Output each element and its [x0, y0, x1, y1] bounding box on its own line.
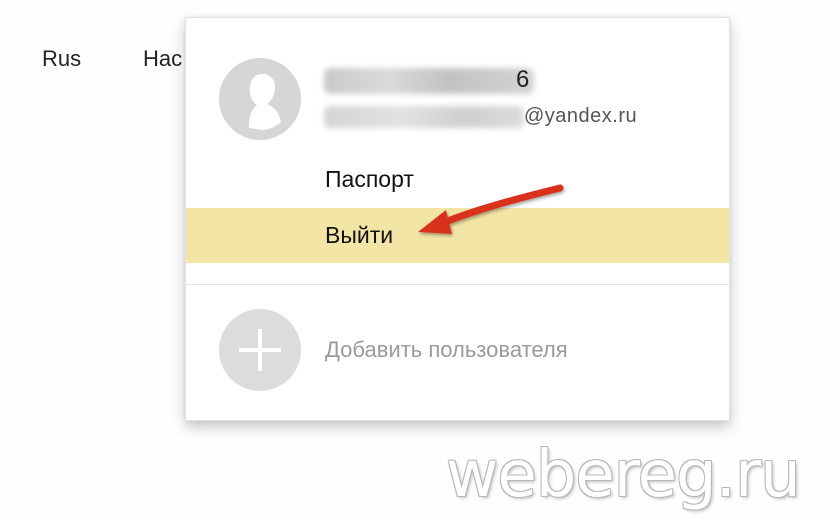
email-domain: @yandex.ru — [524, 105, 638, 127]
watermark: webereg.ru — [446, 438, 801, 512]
add-user-button[interactable]: Добавить пользователя — [186, 303, 729, 398]
email-blurred — [324, 106, 524, 128]
add-user-label: Добавить пользователя — [325, 337, 568, 362]
username-blurred — [324, 68, 534, 94]
language-switch-link[interactable]: Rus — [42, 46, 81, 72]
plus-icon — [219, 309, 301, 391]
username-tail: 6 — [516, 66, 530, 93]
divider — [186, 284, 729, 285]
red-arrow-annotation — [418, 184, 564, 234]
avatar[interactable] — [219, 58, 301, 140]
page: Rus Нас 6 @yandex.ru Паспорт Выйти Добав… — [0, 0, 840, 518]
user-silhouette-icon — [219, 58, 301, 140]
settings-link[interactable]: Нас — [143, 46, 182, 72]
